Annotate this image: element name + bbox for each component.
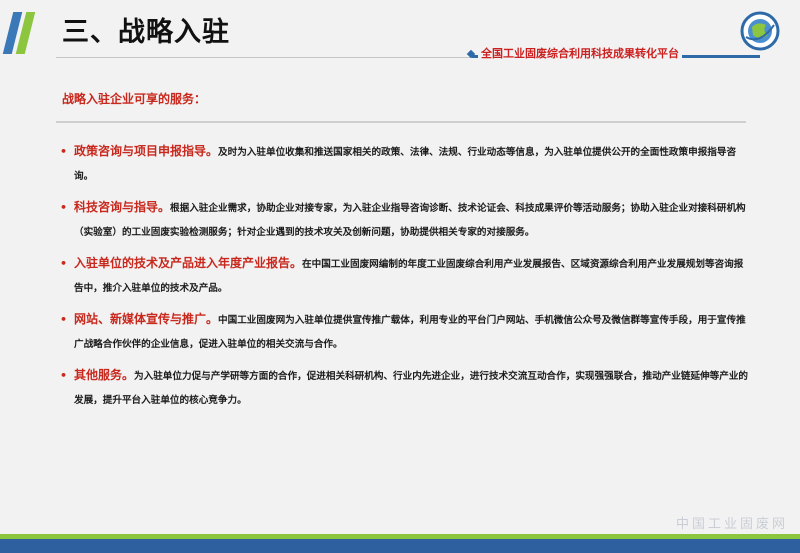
bullet-icon: • [60,369,68,382]
service-description: 根据入驻企业需求，协助企业对接专家，为入驻企业指导咨询诊断、技术论证会、科技成果… [74,203,746,238]
section-subtitle: 战略入驻企业可享的服务： [62,92,207,106]
bullet-icon: • [60,201,68,214]
service-list: • 政策咨询与项目申报指导。及时为入驻单位收集和推送国家相关的政策、法律、法规、… [60,140,750,420]
globe-logo-icon [740,11,780,51]
platform-name: 全国工业固废综合利用科技成果转化平台 [478,46,682,62]
service-title: 其他服务。 [74,368,135,382]
service-item: • 科技咨询与指导。根据入驻企业需求，协助企业对接专家，为入驻企业指导咨询诊断、… [60,196,750,244]
page-title: 三、战略入驻 [62,17,230,48]
service-item: • 其他服务。为入驻单位力促与产学研等方面的合作，促进相关科研机构、行业内先进企… [60,364,750,412]
bullet-icon: • [60,313,68,326]
footer-bar-blue [0,539,800,553]
service-title: 网站、新媒体宣传与推广。 [74,312,219,326]
bullet-icon: • [60,257,68,270]
watermark: 中国工业固废网 [675,517,788,532]
service-description: 为入驻单位力促与产学研等方面的合作，促进相关科研机构、行业内先进企业，进行技术交… [74,371,749,406]
service-item: • 政策咨询与项目申报指导。及时为入驻单位收集和推送国家相关的政策、法律、法规、… [60,140,750,188]
service-title: 科技咨询与指导。 [74,200,171,214]
service-title: 入驻单位的技术及产品进入年度产业报告。 [74,256,303,270]
service-item: • 网站、新媒体宣传与推广。中国工业固废网为入驻单位提供宣传推广载体，利用专业的… [60,308,750,356]
service-item: • 入驻单位的技术及产品进入年度产业报告。在中国工业固废网编制的年度工业固废综合… [60,252,750,300]
bullet-icon: • [60,145,68,158]
service-title: 政策咨询与项目申报指导。 [74,144,219,158]
subtitle-divider [56,121,746,123]
